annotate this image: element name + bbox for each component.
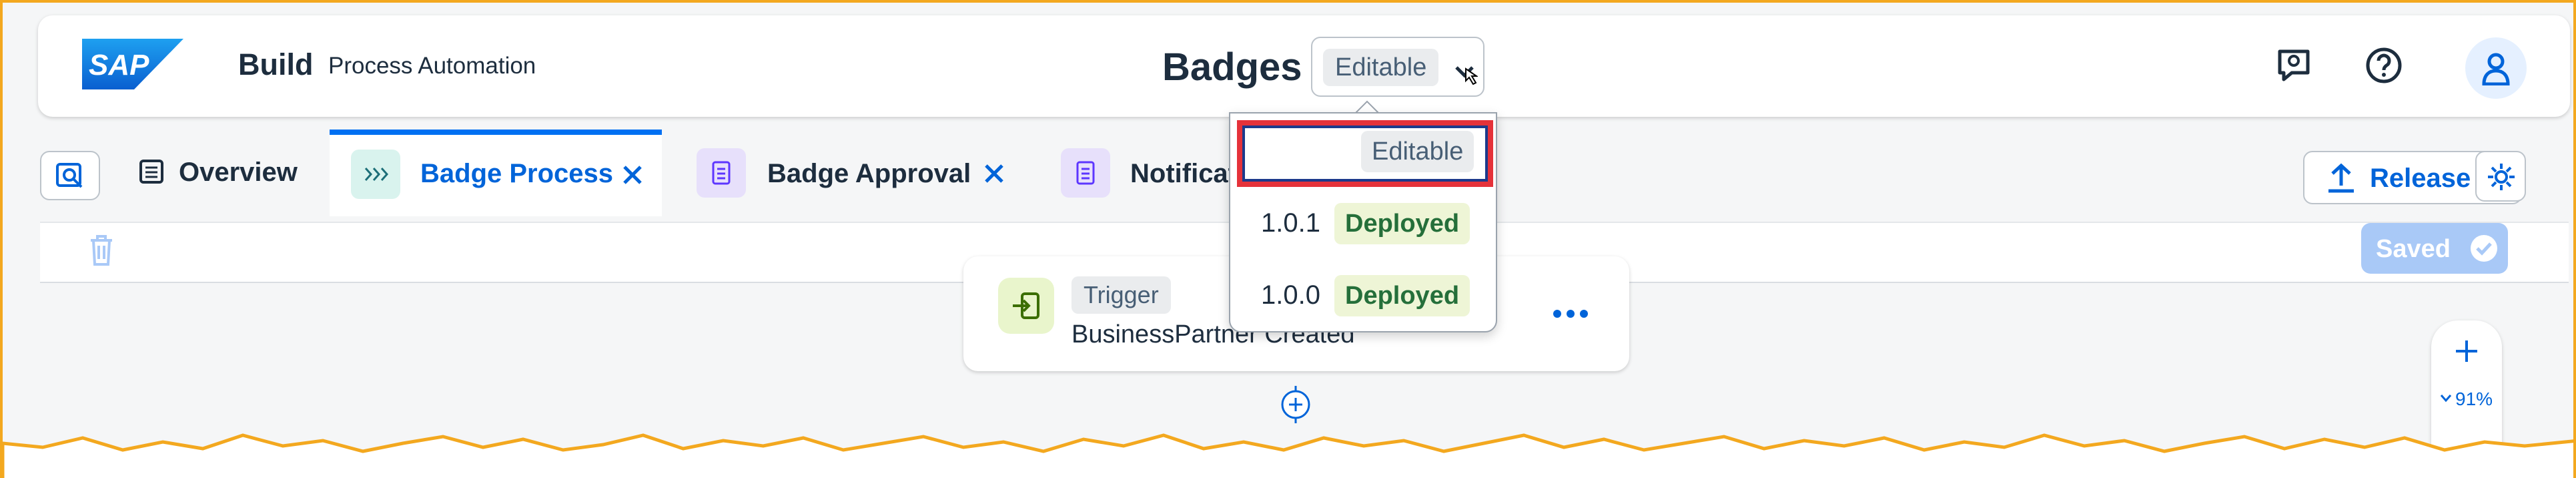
version-option-1-0-1[interactable]: 1.0.1 Deployed [1230, 188, 1498, 258]
more-options-icon[interactable] [1551, 307, 1591, 320]
tab-badge-process[interactable]: Badge Process [330, 130, 662, 216]
version-option-1-0-0[interactable]: 1.0.0 Deployed [1230, 260, 1498, 330]
version-status-chip: Editable [1323, 49, 1439, 86]
form-icon [697, 148, 746, 198]
upload-icon [2328, 163, 2354, 193]
check-icon [2471, 235, 2497, 262]
zoom-in-icon[interactable] [2452, 336, 2481, 366]
add-step-icon[interactable] [1277, 386, 1314, 423]
tab-label: Badge Approval [767, 159, 971, 188]
trigger-type-chip: Trigger [1071, 276, 1171, 314]
tab-notification[interactable]: Notificat [1061, 130, 1237, 216]
search-icon [56, 163, 83, 188]
form-icon [1061, 148, 1110, 198]
tab-label: Overview [179, 158, 298, 187]
tab-label: Notificat [1130, 159, 1237, 188]
torn-edge [3, 433, 2573, 478]
settings-button[interactable] [2475, 151, 2526, 202]
release-label: Release [2370, 164, 2471, 193]
user-avatar[interactable] [2465, 37, 2527, 99]
product-name: Process Automation [328, 53, 536, 79]
close-icon[interactable] [981, 160, 1007, 187]
list-icon [139, 160, 163, 184]
user-icon [2482, 53, 2510, 85]
help-icon[interactable] [2363, 45, 2405, 86]
version-status-chip: Deployed [1334, 275, 1470, 316]
version-number: 1.0.1 [1261, 208, 1320, 238]
version-select-button[interactable]: Editable [1311, 37, 1484, 97]
brand-name: Build [238, 47, 314, 81]
shell-bar: SAP Build Process Automation Badges Edit… [38, 15, 2570, 117]
find-tab-button[interactable] [40, 151, 100, 200]
chevron-down-icon [1455, 66, 1478, 85]
zoom-level: 91% [2455, 389, 2493, 409]
svg-text:SAP: SAP [89, 49, 149, 81]
gear-icon [2488, 164, 2515, 190]
process-icon [351, 150, 400, 199]
sap-logo[interactable]: SAP [82, 39, 183, 89]
saved-label: Saved [2376, 235, 2451, 263]
version-status-chip: Deployed [1334, 203, 1470, 244]
feedback-icon[interactable] [2273, 45, 2314, 86]
tab-badge-approval[interactable]: Badge Approval [697, 130, 1030, 216]
tab-label: Badge Process [420, 159, 614, 188]
delete-icon[interactable] [87, 234, 116, 267]
app-window: SAP Build Process Automation Badges Edit… [0, 0, 2576, 478]
chevron-down-icon[interactable] [2438, 390, 2454, 406]
trigger-icon [998, 278, 1054, 334]
version-status-chip: Editable [1361, 131, 1474, 172]
version-option-editable[interactable]: Editable [1237, 120, 1493, 187]
page-title: Badges [1162, 45, 1302, 89]
saved-button[interactable]: Saved [2361, 223, 2508, 274]
version-number: 1.0.0 [1261, 280, 1320, 310]
tab-overview[interactable]: Overview [129, 130, 330, 216]
version-dropdown: Editable 1.0.1 Deployed 1.0.0 Deployed [1229, 112, 1497, 332]
close-icon[interactable] [619, 162, 646, 188]
